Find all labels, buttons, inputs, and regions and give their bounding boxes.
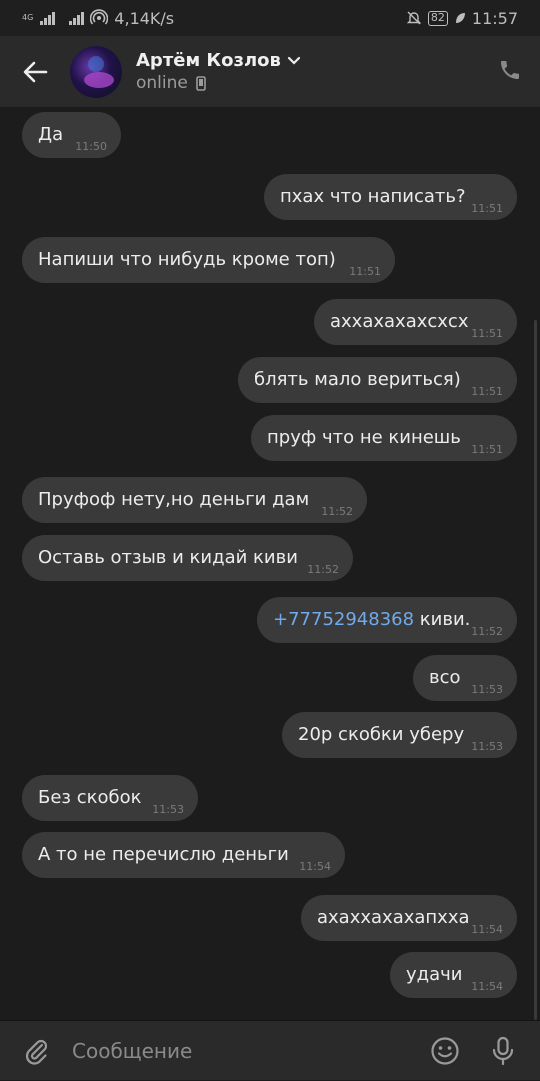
message-text: всо [429,667,461,688]
emoji-button[interactable] [416,1021,474,1081]
message-bubble[interactable]: Без скобок 11:53 [22,775,198,821]
message-time: 11:54 [299,860,331,873]
avatar[interactable] [70,45,122,98]
smiley-icon [431,1036,459,1065]
message-bubble[interactable]: +77752948368 киви. 11:52 [257,597,517,643]
message-text: Пруфоф нету,но деньги дам [38,489,310,510]
message-text: 20р скобки уберу [298,724,465,745]
message-input[interactable] [72,1038,416,1063]
contact-info[interactable]: Артём Козлов online [136,50,301,93]
message-bubble[interactable]: пруф что не кинешь 11:51 [251,415,517,461]
chat-header: Артём Козлов online [0,36,540,108]
message-time: 11:51 [471,327,503,340]
arrow-left-icon [23,61,48,82]
message-text: аххахахахсхсх [330,311,469,332]
message-time: 11:54 [471,980,503,993]
contact-name-row: Артём Козлов [136,50,301,71]
message-list[interactable]: Да 11:50 пхах что написать? 11:51 Напиши… [0,108,540,1020]
message-bubble[interactable]: пхах что написать? 11:51 [264,174,517,220]
message-composer [0,1020,540,1080]
message-text: пруф что не кинешь [267,427,461,448]
phone-number-link[interactable]: +77752948368 [273,609,414,630]
message-time: 11:50 [75,140,107,153]
contact-name: Артём Козлов [136,50,281,71]
message-bubble[interactable]: Да 11:50 [22,112,121,158]
leaf-icon [455,13,465,23]
chevron-down-icon [287,56,301,65]
phone-icon [501,60,519,79]
clock: 11:57 [471,8,518,28]
attach-button[interactable] [0,1021,72,1081]
call-button[interactable] [498,58,522,86]
message-bubble[interactable]: Пруфоф нету,но деньги дам 11:52 [22,477,367,523]
message-text: удачи [406,964,463,985]
message-bubble[interactable]: всо 11:53 [413,655,517,701]
message-text: киви. [414,609,471,630]
battery-level: 82 [427,10,448,26]
message-text: А то не перечислю деньги [38,844,289,865]
message-bubble[interactable]: 20р скобки уберу 11:53 [282,712,517,758]
hotspot-icon [90,9,109,25]
message-time: 11:52 [471,625,503,638]
voice-message-button[interactable] [474,1021,532,1081]
message-text: Оставь отзыв и кидай киви [38,547,298,568]
contact-status-row: online [136,73,301,93]
signal-icon [40,11,56,25]
message-bubble[interactable]: Напиши что нибудь кроме топ) 11:51 [22,237,395,283]
message-time: 11:51 [349,265,381,278]
message-text: Напиши что нибудь кроме топ) [38,249,336,270]
message-bubble[interactable]: Оставь отзыв и кидай киви 11:52 [22,535,353,581]
mobile-device-icon [196,75,206,91]
message-time: 11:53 [471,683,503,696]
signal-icon-2 [69,11,85,25]
message-bubble[interactable]: блять мало вериться) 11:51 [238,357,517,403]
network-speed: 4,14K/s [114,8,175,28]
message-bubble[interactable]: ахаххахахапхха 11:54 [301,895,517,941]
microphone-icon [492,1036,514,1065]
message-time: 11:53 [152,803,184,816]
message-text: блять мало вериться) [254,369,461,390]
message-time: 11:52 [321,505,353,518]
message-time: 11:54 [471,923,503,936]
message-bubble[interactable]: А то не перечислю деньги 11:54 [22,832,345,878]
network-type: 4G [22,13,34,22]
message-text: Да [38,124,64,145]
message-bubble[interactable]: аххахахахсхсх 11:51 [314,299,517,345]
message-time: 11:51 [471,385,503,398]
status-bar: 4G 4,14K/s 82 11:57 [0,0,540,36]
message-time: 11:52 [307,563,339,576]
paperclip-icon [25,1039,48,1065]
message-time: 11:53 [471,740,503,753]
scrollbar[interactable] [534,320,537,1020]
message-text: Без скобок [38,787,142,808]
message-bubble[interactable]: удачи 11:54 [390,952,517,998]
mute-bell-icon [406,11,422,25]
message-text: пхах что написать? [280,186,466,207]
message-time: 11:51 [471,202,503,215]
contact-status: online [136,73,188,93]
message-text: ахаххахахапхха [317,907,470,928]
back-button[interactable] [0,36,70,108]
message-time: 11:51 [471,443,503,456]
